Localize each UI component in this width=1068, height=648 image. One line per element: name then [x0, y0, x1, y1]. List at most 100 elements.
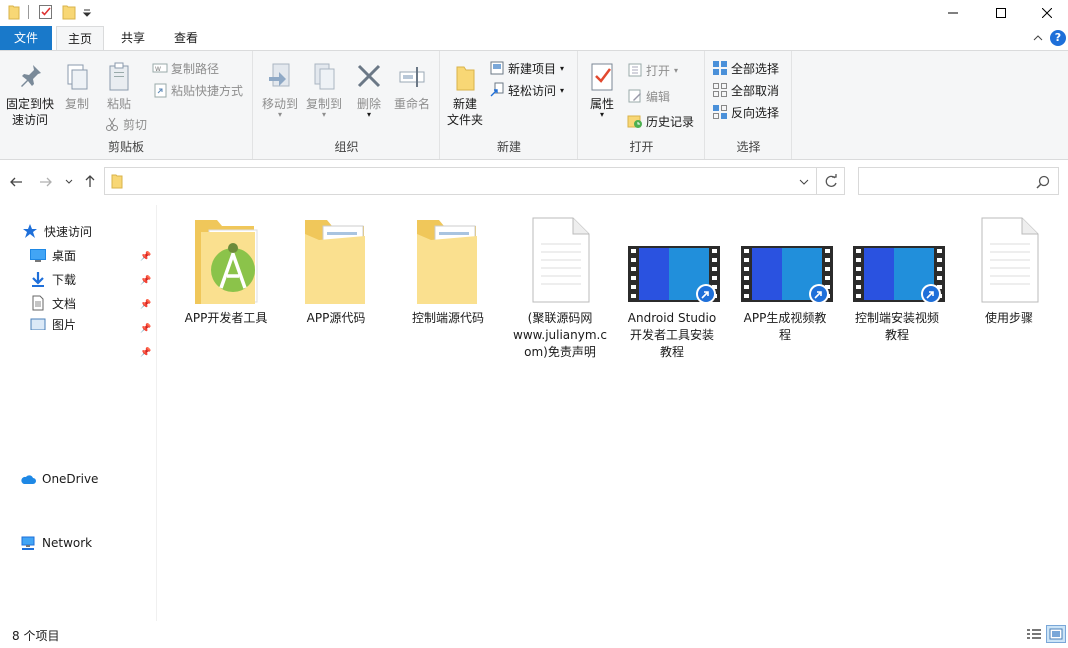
sidebar-item-desktop[interactable]: 桌面	[30, 244, 76, 266]
clipboard-group: 固定到快 速访问 复制 粘贴 W 复制路径 粘贴快捷方式 剪切 剪贴板	[0, 51, 253, 159]
select-none-label: 全部取消	[731, 83, 780, 98]
file-name-line: om)免责声明	[524, 345, 596, 359]
rename-button[interactable]: 重命名	[390, 61, 434, 112]
file-item[interactable]: APP源代码	[280, 210, 392, 327]
sidebar-item-documents[interactable]: 文档	[30, 292, 76, 314]
paste-shortcut-button[interactable]: 粘贴快捷方式	[152, 80, 243, 100]
file-name-line: APP生成视频教	[743, 311, 827, 325]
pin-quick-access-button[interactable]: 固定到快 速访问	[4, 61, 56, 128]
open-button[interactable]: 打开 ▾	[627, 60, 678, 80]
help-icon[interactable]: ?	[1050, 30, 1066, 46]
desktop-icon	[30, 247, 46, 263]
file-item[interactable]: 使用步骤	[953, 210, 1065, 327]
large-icons-view-icon[interactable]	[1046, 625, 1066, 643]
copy-to-label: 复制到	[305, 97, 342, 111]
refresh-button[interactable]	[816, 167, 845, 195]
maximize-button[interactable]	[978, 0, 1024, 26]
folder-icon	[8, 4, 20, 22]
file-name: 控制端源代码	[411, 311, 484, 325]
paste-shortcut-icon	[152, 82, 168, 98]
copy-path-label: 复制路径	[171, 61, 220, 76]
delete-x-icon	[354, 61, 384, 93]
copy-path-button[interactable]: W 复制路径	[152, 58, 219, 78]
pinned-icon: 📌	[140, 324, 152, 334]
select-none-button[interactable]: 全部取消	[712, 80, 779, 100]
tab-home[interactable]: 主页	[56, 26, 104, 51]
edit-label: 编辑	[646, 89, 671, 104]
select-all-button[interactable]: 全部选择	[712, 58, 779, 78]
forward-arrow-icon[interactable]	[38, 174, 54, 190]
cut-button[interactable]: 剪切	[104, 114, 147, 134]
address-bar[interactable]	[104, 167, 817, 195]
new-item-icon	[489, 60, 505, 76]
file-name-line: 教程	[884, 328, 909, 342]
status-bar: 8 个项目	[0, 621, 1068, 648]
file-name: APP源代码	[306, 311, 366, 325]
properties-button[interactable]: 属性 ▾	[585, 61, 619, 119]
video-shortcut-icon	[849, 210, 947, 310]
invert-selection-button[interactable]: 反向选择	[712, 102, 779, 122]
new-folder-label-2: 文件夹	[446, 113, 483, 127]
paste-button[interactable]: 粘贴	[100, 61, 138, 112]
delete-button[interactable]: 删除 ▾	[352, 61, 386, 119]
tab-file[interactable]: 文件	[0, 26, 52, 50]
new-folder-button[interactable]: 新建 文件夹	[443, 61, 487, 128]
sidebar-item-network[interactable]: Network	[20, 532, 92, 554]
minimize-button[interactable]	[930, 0, 976, 26]
download-arrow-icon	[30, 271, 46, 287]
recent-locations-chevron-icon[interactable]	[64, 176, 74, 186]
search-box[interactable]	[858, 167, 1059, 195]
select-group: 全部选择 全部取消 反向选择 选择	[706, 51, 792, 159]
svg-text:W: W	[155, 66, 161, 73]
file-item[interactable]: (聚联源码网 www.julianym.c om)免责声明	[504, 210, 616, 361]
file-name-line: 控制端安装视频	[854, 311, 939, 325]
file-item[interactable]: APP生成视频教 程	[729, 210, 841, 344]
move-to-label: 移动到	[261, 97, 298, 111]
invert-selection-label: 反向选择	[731, 105, 780, 120]
delete-label: 删除	[356, 97, 381, 111]
tab-view[interactable]: 查看	[162, 26, 210, 50]
details-view-icon[interactable]	[1026, 627, 1042, 641]
new-item-button[interactable]: 新建项目 ▾	[489, 58, 564, 78]
copy-label: 复制	[64, 97, 89, 111]
file-name-line: 程	[778, 328, 791, 342]
address-dropdown-chevron-icon[interactable]	[798, 176, 810, 188]
file-item[interactable]: APP开发者工具	[170, 210, 282, 327]
up-arrow-icon[interactable]	[82, 173, 98, 189]
easy-access-button[interactable]: 轻松访问 ▾	[489, 80, 564, 100]
file-item[interactable]: 控制端源代码	[392, 210, 504, 327]
back-arrow-icon[interactable]	[8, 174, 24, 190]
pin-label-1: 固定到快	[5, 97, 54, 111]
search-input[interactable]	[863, 171, 1033, 191]
sidebar-item-pictures[interactable]: 图片	[30, 316, 76, 330]
copy-button[interactable]: 复制	[60, 61, 94, 112]
ribbon-tabs: 文件 主页 共享 查看 ?	[0, 26, 1068, 51]
file-name: APP开发者工具	[184, 311, 268, 325]
new-group-label: 新建	[496, 140, 521, 154]
properties-quick-icon[interactable]	[38, 4, 54, 22]
file-name-line: Android Studio	[627, 311, 717, 325]
move-to-button[interactable]: 移动到 ▾	[258, 61, 302, 119]
file-item[interactable]: Android Studio 开发者工具安装 教程	[616, 210, 728, 361]
select-all-label: 全部选择	[731, 61, 780, 76]
sidebar-item-downloads[interactable]: 下载	[30, 268, 76, 290]
sidebar-item-quick-access[interactable]: 快速访问	[22, 220, 92, 242]
file-name-line: 开发者工具安装	[629, 328, 714, 342]
copy-path-icon: W	[152, 60, 168, 76]
easy-access-label: 轻松访问	[508, 83, 557, 98]
folder-icon	[413, 210, 483, 310]
folder-icon	[301, 210, 371, 310]
video-shortcut-icon	[737, 210, 835, 310]
new-folder-quick-icon[interactable]	[62, 4, 76, 22]
sidebar-item-onedrive[interactable]: OneDrive	[20, 468, 98, 490]
copy-to-icon	[309, 61, 339, 93]
collapse-ribbon-icon[interactable]	[1032, 32, 1044, 44]
copy-to-button[interactable]: 复制到 ▾	[302, 61, 346, 119]
open-group: 属性 ▾ 打开 ▾ 编辑 历史记录 打开	[579, 51, 705, 159]
history-button[interactable]: 历史记录	[627, 111, 694, 131]
customize-quick-access-icon[interactable]	[82, 7, 92, 25]
edit-button[interactable]: 编辑	[627, 86, 670, 106]
file-item[interactable]: 控制端安装视频 教程	[841, 210, 953, 344]
tab-share[interactable]: 共享	[110, 26, 156, 50]
close-button[interactable]	[1024, 0, 1068, 26]
